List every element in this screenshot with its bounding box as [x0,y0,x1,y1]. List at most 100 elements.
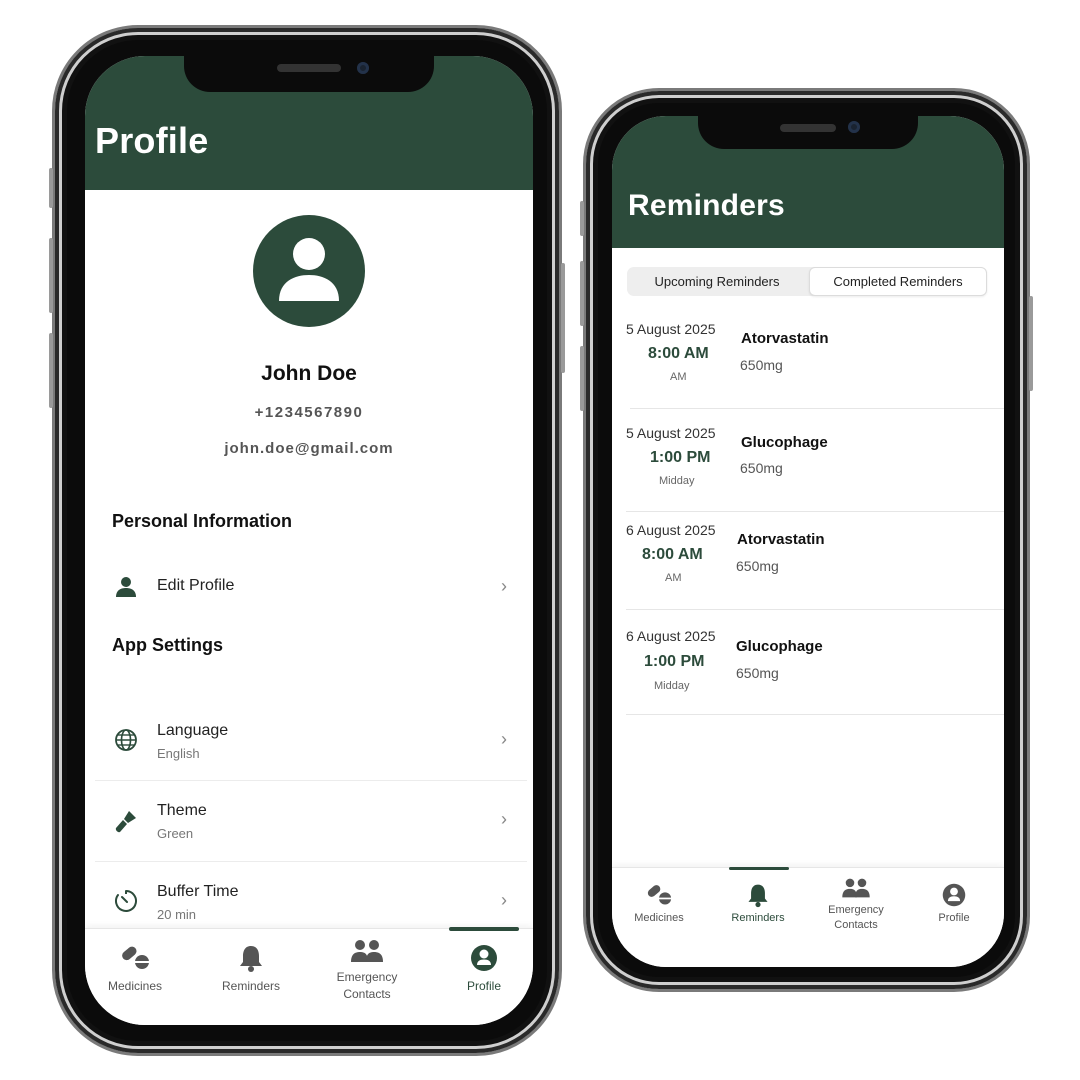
timer-icon [115,890,137,912]
theme-label: Theme [157,802,207,819]
reminder-medicine: Atorvastatin [741,330,829,347]
pills-icon [122,946,150,969]
tab-completed[interactable]: Completed Reminders [809,267,987,296]
volume-up-button [580,261,584,326]
user-avatar-icon [279,238,339,301]
nav-label-profile: Profile [938,912,970,924]
reminder-time: 8:00 AM [642,546,703,563]
reminder-period: Midday [654,680,690,692]
buffer-time-label: Buffer Time [157,883,239,900]
person-icon [116,577,136,597]
reminder-date: 6 August 2025 [626,628,716,644]
language-label: Language [157,722,229,739]
nav-label-medicines: Medicines [634,912,684,924]
reminder-item[interactable]: 6 August 2025 8:00 AM AM Atorvastatin 65… [626,512,1004,610]
globe-icon [115,729,137,751]
mute-switch [580,201,584,236]
front-camera [848,121,860,133]
bottom-nav: Medicines Reminders Emergency Contacts P… [85,927,533,1025]
buffer-time-value: 20 min [157,907,197,922]
reminder-time: 1:00 PM [644,653,705,670]
pills-icon [647,885,672,905]
nav-item-reminders[interactable]: Reminders [211,943,291,993]
chevron-right-icon: › [501,809,507,829]
nav-label-reminders: Reminders [731,912,785,924]
reminder-medicine: Glucophage [736,638,823,655]
profile-screen: Profile John Doe +1234567890 john.doe@gm… [85,56,533,1025]
bottom-nav: Medicines Reminders Emergency Contacts P… [612,867,1004,967]
nav-label-reminders: Reminders [221,979,281,993]
reminder-item[interactable]: 5 August 2025 8:00 AM AM Atorvastatin 65… [626,311,1004,409]
settings-row-theme[interactable]: Theme Green › [95,781,527,862]
user-circle-icon [471,945,497,971]
chevron-right-icon: › [501,729,507,749]
reminder-dose: 650mg [740,460,783,476]
edit-profile-row[interactable]: Edit Profile › [95,566,527,608]
group-icon [842,878,870,898]
active-tab-indicator [729,867,789,870]
front-camera [357,62,369,74]
reminder-time: 1:00 PM [650,449,711,466]
nav-label-emergency: Emergency [828,904,884,916]
language-value: English [157,746,200,761]
nav-label-contacts: Contacts [343,987,391,1001]
reminder-period: Midday [659,475,695,487]
reminder-dose: 650mg [736,558,779,574]
group-icon [351,940,383,962]
power-button [561,263,565,373]
reminder-medicine: Glucophage [741,434,828,451]
reminder-period: AM [665,572,682,584]
reminder-item[interactable]: 6 August 2025 1:00 PM Midday Glucophage … [626,610,1004,715]
reminder-dose: 650mg [740,357,783,373]
reminder-time: 8:00 AM [648,345,709,362]
tab-upcoming[interactable]: Upcoming Reminders [627,267,807,296]
reminder-date: 5 August 2025 [626,425,716,441]
nav-item-reminders[interactable]: Reminders [723,882,793,924]
avatar[interactable] [253,215,365,327]
paint-brush-icon [115,811,136,833]
personal-info-title: Personal Information [112,511,293,531]
volume-up-button [49,238,53,313]
settings-row-language[interactable]: Language English › [95,696,527,781]
theme-value: Green [157,826,194,841]
app-settings-title: App Settings [112,635,223,655]
page-title: Reminders [628,189,785,222]
nav-item-emergency-contacts[interactable]: Emergency Contacts [815,876,897,933]
reminders-screen: Reminders Upcoming Reminders Completed R… [612,116,1004,967]
reminder-tabs: Upcoming Reminders Completed Reminders [627,267,987,296]
nav-item-profile[interactable]: Profile [919,882,989,924]
phone-reminders: Reminders Upcoming Reminders Completed R… [580,88,1033,992]
nav-label-medicines: Medicines [107,979,163,993]
user-name: John Doe [261,362,357,385]
user-email: john.doe@gmail.com [224,440,394,457]
page-title: Profile [95,120,209,161]
nav-item-medicines[interactable]: Medicines [95,943,175,993]
nav-label-emergency: Emergency [336,970,398,984]
speaker [277,64,341,72]
nav-item-emergency-contacts[interactable]: Emergency Contacts [321,937,413,1003]
speaker [780,124,836,132]
mute-switch [49,168,53,208]
nav-item-medicines[interactable]: Medicines [624,882,694,924]
user-circle-icon [942,883,966,907]
reminder-date: 5 August 2025 [626,321,716,337]
user-phone: +1234567890 [254,404,364,421]
reminder-dose: 650mg [736,665,779,681]
bell-icon [240,946,262,972]
edit-profile-label: Edit Profile [157,577,235,594]
nav-item-profile[interactable]: Profile [444,943,524,993]
nav-label-contacts: Contacts [834,919,878,931]
bell-icon [748,884,768,908]
volume-down-button [580,346,584,411]
reminder-item[interactable]: 5 August 2025 1:00 PM Midday Glucophage … [626,409,1004,512]
active-tab-indicator [449,927,519,931]
volume-down-button [49,333,53,408]
phone-profile: Profile John Doe +1234567890 john.doe@gm… [49,25,565,1056]
power-button [1029,296,1033,391]
reminder-date: 6 August 2025 [626,522,716,538]
notch [698,116,918,149]
reminder-medicine: Atorvastatin [737,531,825,548]
chevron-right-icon: › [501,890,507,910]
reminder-period: AM [670,371,687,383]
nav-label-profile: Profile [466,979,501,993]
